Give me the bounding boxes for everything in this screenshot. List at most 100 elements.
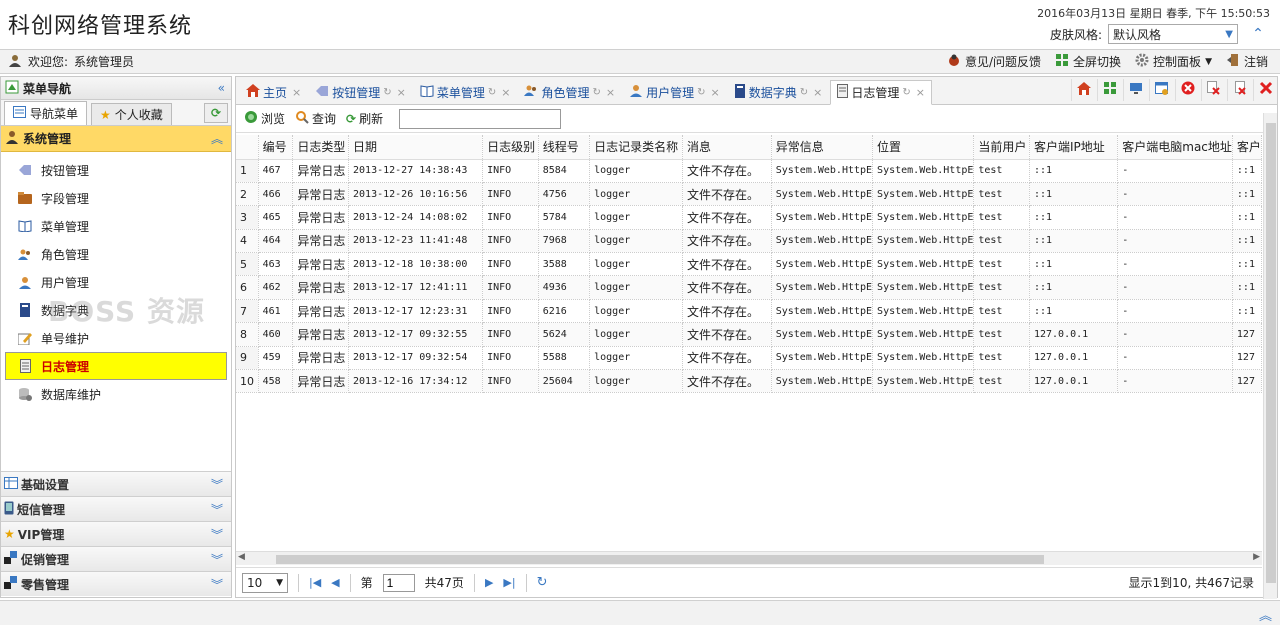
group-system-management[interactable]: 系统管理 ︽ [1, 126, 231, 152]
reload-icon[interactable]: ↻ [800, 87, 808, 98]
next-page-icon[interactable]: ▶ [485, 576, 493, 589]
reload-page-icon[interactable]: ↻ [537, 575, 548, 590]
table-row[interactable]: 6 462 异常日志 2013-12-17 12:41:11 INFO 4936 logge… [236, 275, 1262, 300]
column-header[interactable]: 客户端电脑mac地址 [1117, 135, 1233, 160]
scroll-right-icon[interactable]: ▶ [1253, 552, 1260, 562]
group-vip-mgmt[interactable]: ★ VIP管理 ︾ [1, 521, 231, 546]
close-icon[interactable]: × [711, 86, 720, 99]
tab-favorites[interactable]: ★ 个人收藏 [91, 103, 172, 125]
menu-item-number-maintenance[interactable]: 单号维护 [1, 324, 231, 352]
table-row[interactable]: 5 463 异常日志 2013-12-18 10:38:00 INFO 3588 logge… [236, 252, 1262, 277]
column-header[interactable]: 日志类型 [292, 135, 350, 160]
last-page-icon[interactable]: ▶| [503, 576, 515, 589]
collapse-header-icon[interactable]: ⌃ [1250, 26, 1266, 42]
menu-item-database-maintenance[interactable]: 数据库维护 [1, 380, 231, 408]
fullscreen-button[interactable]: 全屏切换 [1055, 53, 1121, 70]
browse-button[interactable]: 浏览 [244, 110, 285, 127]
tab-menu-mgmt[interactable]: 菜单管理 ↻ × [414, 80, 517, 104]
reload-icon[interactable]: ↻ [593, 87, 601, 98]
column-header[interactable]: 编号 [258, 135, 294, 160]
column-header[interactable]: 当前用户 [973, 135, 1030, 160]
tab-button-mgmt[interactable]: 按钮管理 ↻ × [309, 80, 412, 104]
menu-item-user-mgmt[interactable]: 用户管理 [1, 268, 231, 296]
scroll-left-icon[interactable]: ◀ [238, 552, 245, 562]
tab-user-mgmt[interactable]: 用户管理 ↻ × [623, 80, 726, 104]
close-icon[interactable]: × [916, 86, 925, 99]
vertical-scroll-thumb[interactable] [1266, 123, 1276, 583]
feedback-button[interactable]: 意见/问题反馈 [947, 53, 1041, 70]
home-tool-button[interactable] [1071, 79, 1095, 101]
tab-log-mgmt[interactable]: 日志管理 ↻ × [830, 80, 932, 105]
control-panel-button[interactable]: 控制面板 ▼ [1135, 53, 1212, 70]
column-header[interactable]: 客户 [1232, 135, 1262, 160]
column-header[interactable]: 日期 [348, 135, 484, 160]
column-header[interactable]: 日志记录类名称 [589, 135, 684, 160]
menu-item-role-mgmt[interactable]: 角色管理 [1, 240, 231, 268]
column-header[interactable]: 客户端IP地址 [1029, 135, 1119, 160]
table-cell: 466 [258, 182, 294, 207]
window-tool-button[interactable] [1123, 79, 1147, 101]
table-row[interactable]: 4 464 异常日志 2013-12-23 11:41:48 INFO 7968 logge… [236, 229, 1262, 254]
tab-role-mgmt[interactable]: 角色管理 ↻ × [518, 80, 621, 104]
close-others-tool-button[interactable] [1201, 79, 1225, 101]
page-number-input[interactable] [382, 573, 415, 592]
blocks-icon [4, 575, 18, 593]
column-header[interactable]: 异常信息 [771, 135, 874, 160]
menu-item-data-dictionary[interactable]: 数据字典 [1, 296, 231, 324]
collapse-footer-icon[interactable]: ︽ [1259, 605, 1272, 624]
group-label: 短信管理 [17, 502, 66, 517]
close-current-tool-button[interactable] [1175, 79, 1199, 101]
first-page-icon[interactable]: |◀ [309, 576, 321, 589]
query-button[interactable]: 查询 [295, 110, 336, 127]
menu-nav-icon [5, 80, 19, 97]
refresh-button[interactable]: ⟳ 刷新 [346, 110, 383, 127]
tab-data-dictionary[interactable]: 数据字典 ↻ × [728, 80, 829, 104]
close-icon[interactable]: × [397, 86, 406, 99]
reload-icon[interactable]: ↻ [902, 87, 910, 98]
horizontal-scrollbar[interactable]: ◀ ▶ [236, 551, 1262, 565]
close-icon[interactable]: × [606, 86, 615, 99]
menu-item-log-mgmt[interactable]: 日志管理 [5, 352, 227, 380]
vertical-scrollbar[interactable] [1263, 113, 1277, 599]
close-all-tool-button[interactable] [1253, 79, 1277, 101]
tab-nav-menu[interactable]: 导航菜单 [4, 101, 88, 125]
close-icon[interactable]: × [501, 86, 510, 99]
reload-icon[interactable]: ↻ [697, 87, 705, 98]
group-retail-mgmt[interactable]: 零售管理 ︾ [1, 571, 231, 596]
table-row[interactable]: 1 467 异常日志 2013-12-27 14:38:43 INFO 8584 logge… [236, 159, 1262, 183]
skin-select[interactable]: 默认风格 ▼ [1108, 24, 1238, 44]
menu-item-button-mgmt[interactable]: 按钮管理 [1, 156, 231, 184]
close-icon[interactable]: × [813, 86, 822, 99]
close-icon[interactable]: × [292, 86, 301, 99]
column-header[interactable]: 日志级别 [482, 135, 539, 160]
search-input[interactable] [399, 108, 562, 129]
group-basic-settings[interactable]: 基础设置 ︾ [1, 471, 231, 496]
column-header[interactable]: 线程号 [538, 135, 591, 160]
prev-page-icon[interactable]: ◀ [331, 576, 339, 589]
group-sms-mgmt[interactable]: 短信管理 ︾ [1, 496, 231, 521]
logout-button[interactable]: 注销 [1226, 53, 1268, 70]
table-row[interactable]: 9 459 异常日志 2013-12-17 09:32:54 INFO 5588 logge… [236, 346, 1262, 371]
tab-home[interactable]: 主页 × [240, 80, 307, 104]
table-row[interactable]: 2 466 异常日志 2013-12-26 10:16:56 INFO 4756 logge… [236, 182, 1262, 207]
table-row[interactable]: 10 458 异常日志 2013-12-16 17:34:12 INFO 25604 log… [236, 369, 1262, 394]
settings-tool-button[interactable] [1149, 79, 1173, 101]
table-row[interactable]: 8 460 异常日志 2013-12-17 09:32:55 INFO 5624 logge… [236, 322, 1262, 347]
horizontal-scroll-thumb[interactable] [276, 555, 1044, 564]
menu-item-menu-mgmt[interactable]: 菜单管理 [1, 212, 231, 240]
group-promotion-mgmt[interactable]: 促销管理 ︾ [1, 546, 231, 571]
refresh-sidebar-button[interactable]: ⟳ [204, 103, 228, 123]
close-right-tool-button[interactable] [1227, 79, 1251, 101]
page-size-select[interactable]: 10 ▼ [242, 572, 288, 593]
table-row[interactable]: 7 461 异常日志 2013-12-17 12:23:31 INFO 6216 logge… [236, 299, 1262, 324]
tab-favorites-label: 个人收藏 [114, 108, 163, 122]
collapse-sidebar-icon[interactable]: « [218, 81, 225, 95]
reload-icon[interactable]: ↻ [488, 87, 496, 98]
column-header[interactable]: 消息 [682, 135, 772, 160]
reload-icon[interactable]: ↻ [383, 87, 391, 98]
menu-item-field-mgmt[interactable]: 字段管理 [1, 184, 231, 212]
table-row[interactable]: 3 465 异常日志 2013-12-24 14:08:02 INFO 5784 logge… [236, 205, 1262, 230]
column-header[interactable]: 位置 [872, 135, 975, 160]
table-cell: - [1117, 159, 1233, 183]
fullscreen-tool-button[interactable] [1097, 79, 1121, 101]
